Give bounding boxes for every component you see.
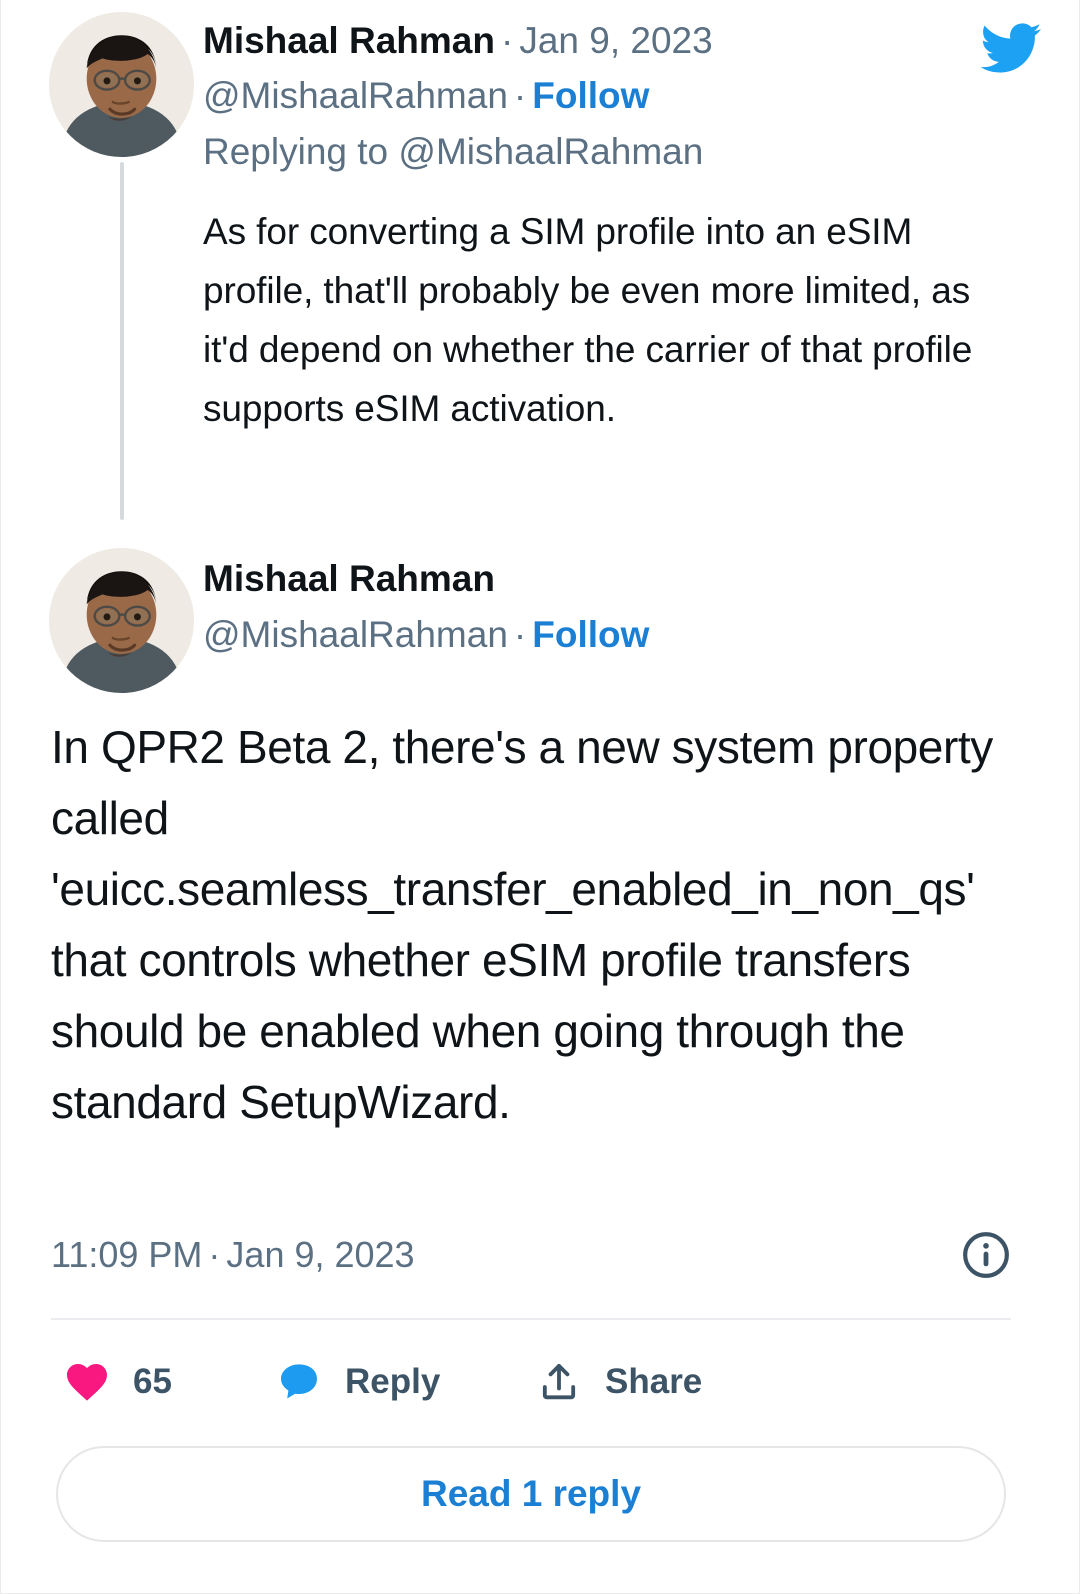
share-label: Share bbox=[605, 1362, 703, 1401]
parent-tweet-body: As for converting a SIM profile into an … bbox=[203, 211, 973, 429]
action-bar: 65 Reply Share bbox=[51, 1346, 1011, 1418]
main-display-name[interactable]: Mishaal Rahman bbox=[203, 552, 963, 606]
main-handle-separator: · bbox=[513, 614, 527, 655]
parent-display-name[interactable]: Mishaal Rahman bbox=[203, 20, 495, 61]
like-button[interactable]: 65 bbox=[61, 1346, 172, 1418]
like-count: 65 bbox=[133, 1362, 172, 1401]
read-replies-button[interactable]: Read 1 reply bbox=[56, 1446, 1006, 1542]
parent-name-separator: · bbox=[500, 20, 514, 61]
reply-label: Reply bbox=[345, 1362, 441, 1401]
tweet-timestamp[interactable]: 11:09 PM · Jan 9, 2023 bbox=[51, 1229, 415, 1281]
tweet-time: 11:09 PM bbox=[51, 1234, 203, 1275]
main-handle[interactable]: @MishaalRahman bbox=[203, 614, 508, 655]
timestamp-separator: · bbox=[208, 1234, 221, 1275]
share-button[interactable]: Share bbox=[533, 1346, 702, 1418]
timestamp-row: 11:09 PM · Jan 9, 2023 bbox=[51, 1229, 1011, 1281]
avatar[interactable] bbox=[49, 548, 194, 693]
parent-name-row: Mishaal Rahman · Jan 9, 2023 bbox=[203, 14, 903, 68]
tweet-date: Jan 9, 2023 bbox=[226, 1234, 415, 1275]
actions-divider bbox=[51, 1318, 1011, 1320]
replying-to-label: Replying to bbox=[203, 131, 399, 172]
comment-bubble-icon bbox=[273, 1356, 325, 1408]
main-tweet-author-block: Mishaal Rahman @MishaalRahman · Follow bbox=[203, 552, 963, 664]
heart-icon bbox=[61, 1356, 113, 1408]
avatar[interactable] bbox=[49, 12, 194, 157]
parent-handle-row: @MishaalRahman · Follow bbox=[203, 68, 903, 124]
parent-handle-separator: · bbox=[513, 75, 527, 116]
info-icon[interactable] bbox=[961, 1230, 1011, 1280]
reply-button[interactable]: Reply bbox=[273, 1346, 440, 1418]
thread-connector-line bbox=[120, 162, 124, 520]
replying-to-row: Replying to @MishaalRahman bbox=[203, 124, 903, 180]
parent-avatar-column bbox=[49, 12, 194, 520]
parent-date: Jan 9, 2023 bbox=[519, 20, 713, 61]
main-avatar-wrapper bbox=[49, 548, 194, 693]
main-handle-row: @MishaalRahman · Follow bbox=[203, 606, 963, 664]
share-upload-icon bbox=[533, 1356, 585, 1408]
parent-tweet-header: Mishaal Rahman · Jan 9, 2023 @MishaalRahma… bbox=[203, 14, 903, 180]
follow-link[interactable]: Follow bbox=[532, 614, 649, 655]
replying-to-handle[interactable]: @MishaalRahman bbox=[398, 131, 703, 172]
tweet-card: Mishaal Rahman · Jan 9, 2023 @MishaalRahma… bbox=[0, 0, 1080, 1594]
parent-handle[interactable]: @MishaalRahman bbox=[203, 75, 508, 116]
follow-link[interactable]: Follow bbox=[532, 75, 649, 116]
main-tweet-body: In QPR2 Beta 2, there's a new system pro… bbox=[51, 721, 993, 1128]
twitter-bird-icon[interactable] bbox=[971, 16, 1049, 80]
